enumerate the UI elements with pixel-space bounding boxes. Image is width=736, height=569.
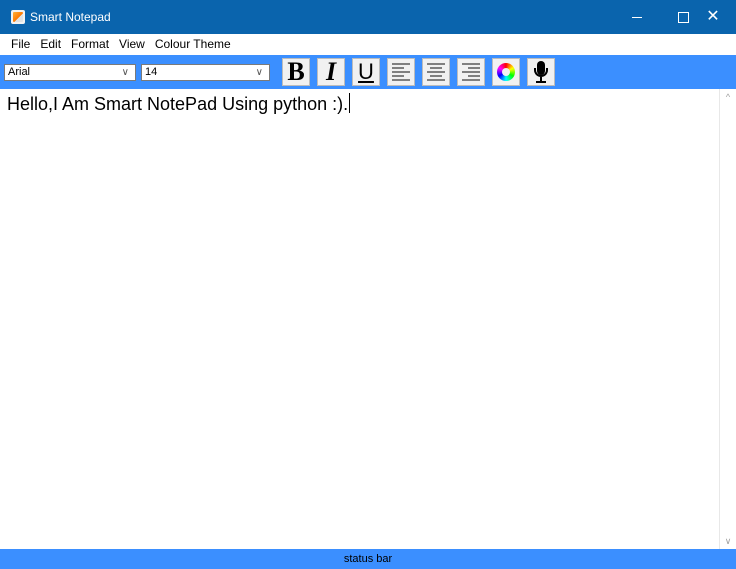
menu-colour-theme[interactable]: Colour Theme [150,34,236,55]
window-title: Smart Notepad [30,10,111,24]
font-family-value: Arial [8,66,31,78]
align-left-button[interactable] [387,58,415,86]
align-right-button[interactable] [457,58,485,86]
toolbar: Arial ∨ 14 ∨ B I U [0,55,736,89]
minimize-button[interactable] [614,0,660,34]
close-button[interactable]: ✕ [690,0,736,34]
vertical-scrollbar[interactable]: ^ ∨ [719,89,736,549]
align-center-button[interactable] [422,58,450,86]
italic-icon: I [325,57,337,86]
font-colour-button[interactable] [492,58,520,86]
editor-text: Hello,I Am Smart NotePad Using python :)… [7,94,349,114]
italic-button[interactable]: I [317,58,345,86]
bold-button[interactable]: B [282,58,310,86]
menu-view[interactable]: View [114,34,150,55]
underline-button[interactable]: U [352,58,380,86]
status-bar: status bar [0,549,736,569]
text-caret [349,93,351,113]
menu-bar: File Edit Format View Colour Theme [0,34,736,55]
editor-content[interactable]: Hello,I Am Smart NotePad Using python :)… [7,93,351,115]
underline-icon: U [358,59,374,84]
scroll-up-arrow-icon[interactable]: ^ [720,89,736,105]
minimize-icon [632,16,642,18]
align-left-icon [392,62,410,82]
scroll-down-arrow-icon[interactable]: ∨ [720,533,736,549]
menu-file[interactable]: File [6,34,35,55]
speech-to-text-button[interactable] [527,58,555,86]
menu-format[interactable]: Format [66,34,114,55]
microphone-icon [533,61,549,83]
menu-edit[interactable]: Edit [35,34,66,55]
title-bar: Smart Notepad ✕ [0,0,736,34]
colour-wheel-icon [497,63,515,81]
close-icon: ✕ [706,8,720,25]
maximize-icon [677,11,689,23]
chevron-down-icon[interactable]: ∨ [122,65,129,80]
bold-icon: B [287,57,305,86]
status-bar-text: status bar [343,553,393,565]
chevron-down-icon[interactable]: ∨ [256,65,263,80]
font-size-value: 14 [145,66,158,78]
text-editor[interactable]: Hello,I Am Smart NotePad Using python :)… [0,89,719,549]
align-center-icon [427,62,445,82]
align-right-icon [462,62,480,82]
font-size-select[interactable]: 14 ∨ [141,64,270,81]
font-family-select[interactable]: Arial ∨ [4,64,136,81]
notepad-icon [11,10,25,24]
